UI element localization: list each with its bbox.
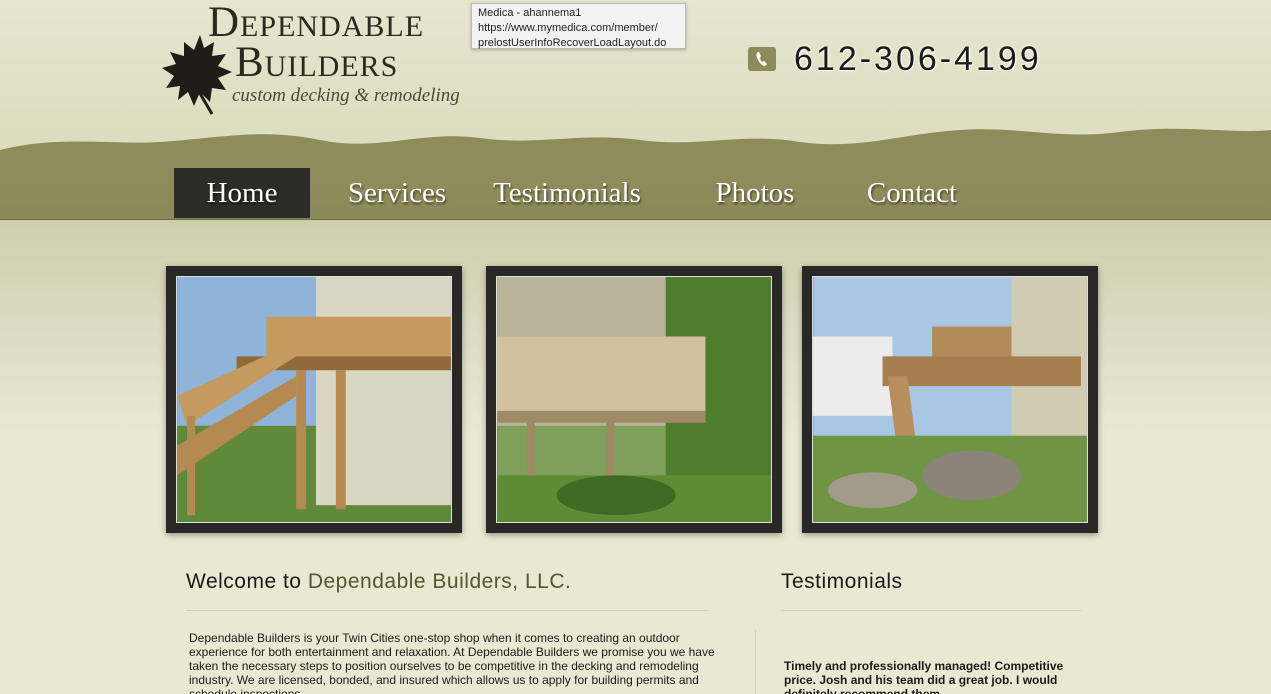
- welcome-body-text: Dependable Builders is your Twin Cities …: [189, 631, 715, 694]
- nav-home[interactable]: Home: [174, 168, 310, 218]
- welcome-heading-prefix: Welcome to: [186, 570, 308, 593]
- welcome-heading: Welcome to Dependable Builders, LLC.: [186, 570, 571, 594]
- tooltip-line2: https://www.mymedica.com/member/: [478, 22, 658, 34]
- tooltip-line1: Medica - ahannema1: [478, 7, 582, 19]
- column-separator: [755, 630, 756, 694]
- phone-block[interactable]: 612-306-4199: [748, 40, 1108, 82]
- welcome-heading-accent: Dependable Builders, LLC.: [307, 570, 572, 593]
- testimonials-divider: [781, 610, 1081, 611]
- testimonial-quote: Timely and professionally managed! Compe…: [784, 659, 1064, 694]
- tooltip-line3: prelostUserInfoRecoverLoadLayout.do: [478, 37, 667, 49]
- phone-number[interactable]: 612-306-4199: [794, 40, 1042, 79]
- nav-contact[interactable]: Contact: [860, 168, 964, 218]
- nav-services[interactable]: Services: [310, 168, 484, 218]
- nav-testimonials[interactable]: Testimonials: [484, 168, 650, 218]
- site-logo[interactable]: Dependable Builders custom decking & rem…: [160, 0, 460, 120]
- link-tooltip: Medica - ahannema1 https://www.mymedica.…: [471, 3, 686, 49]
- gallery-photo-3[interactable]: [802, 266, 1098, 533]
- deck-photo-2-icon: [496, 276, 772, 523]
- gallery-photo-2[interactable]: [486, 266, 782, 533]
- logo-tagline: custom decking & remodeling: [232, 85, 460, 106]
- testimonials-heading: Testimonials: [781, 570, 903, 593]
- logo-text-line2: Builders: [235, 39, 399, 86]
- welcome-divider: [186, 610, 708, 611]
- main-nav: Home Services Testimonials Photos Contac…: [174, 168, 964, 218]
- deck-photo-1-icon: [176, 276, 452, 523]
- phone-icon: [748, 47, 776, 71]
- nav-photos[interactable]: Photos: [650, 168, 860, 218]
- deck-photo-3-icon: [812, 276, 1088, 523]
- gallery-photo-1[interactable]: [166, 266, 462, 533]
